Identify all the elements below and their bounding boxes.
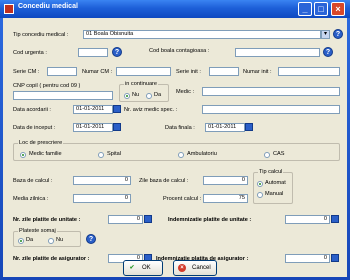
calendar-icon[interactable] [113, 105, 121, 113]
medic-label: Medic : [176, 89, 195, 95]
cod-urgenta-label: Cod urgenta : [13, 50, 47, 56]
close-button[interactable]: × [331, 2, 345, 16]
serie-cm-input[interactable] [47, 67, 77, 76]
manual-label: Manual [265, 191, 284, 197]
numar-cm-label: Numar CM : [82, 69, 113, 75]
ok-label: OK [142, 265, 151, 271]
in-continuare-nu-radio[interactable] [124, 93, 130, 99]
cod-boala-label: Cod boala contagioasa : [149, 48, 210, 54]
zile-baza-label: Zile baza de calcul : [139, 178, 189, 184]
cnp-copil-input[interactable] [13, 91, 113, 100]
loc-prescriere-label: Loc de prescriere [18, 140, 64, 146]
cancel-button[interactable]: × Cancel [173, 260, 217, 276]
data-inceput-input[interactable]: 01-01-2011 [73, 123, 113, 132]
cas-label: CAS [273, 151, 285, 157]
help-icon[interactable]: ? [323, 47, 333, 57]
in-continuare-nu-label: Nu [132, 92, 140, 98]
in-continuare-label: in continuare [124, 81, 159, 87]
in-continuare-group: in continuare Nu Da [119, 81, 169, 102]
tip-concediu-label: Tip concediu medical : [13, 32, 69, 38]
numar-cm-input[interactable] [116, 67, 171, 76]
procent-calcul-label: Procent calcul : [163, 196, 202, 202]
numar-init-label: Numar init : [243, 69, 272, 75]
plateste-somaj-label: Plateste somaj [18, 228, 57, 234]
tip-concediu-select[interactable]: 01 Boala Obisnuita [83, 30, 321, 39]
automat-label: Automat [265, 180, 286, 186]
medic-input[interactable] [202, 87, 340, 96]
nr-aviz-input[interactable] [202, 105, 340, 114]
medic-familie-radio[interactable] [20, 152, 26, 158]
somaj-nu-radio[interactable] [48, 238, 54, 244]
loc-prescriere-group: Loc de prescriere Medic familie Spital A… [13, 140, 340, 161]
calculator-icon[interactable] [331, 254, 339, 262]
nr-zile-asigurator-label: Nr. zile platite de asigurator : [13, 256, 90, 262]
cancel-icon: × [178, 264, 186, 272]
cancel-label: Cancel [192, 265, 211, 271]
checkmark-icon: ✔ [129, 265, 135, 271]
nr-zile-unitate-label: Nr. zile platite de unitate : [13, 217, 81, 223]
calendar-icon[interactable] [113, 123, 121, 131]
data-inceput-label: Data de inceput : [13, 125, 56, 131]
ambulatoriu-label: Ambulatoriu [187, 151, 217, 157]
ok-button[interactable]: ✔ OK [123, 260, 163, 276]
data-acordarii-input[interactable]: 01-01-2011 [73, 105, 113, 114]
minimize-button[interactable]: _ [298, 2, 312, 16]
tip-calcul-group: Tip calcul Automat Manual [253, 169, 293, 204]
cod-urgenta-input[interactable] [78, 48, 108, 57]
serie-init-label: Serie init : [176, 69, 201, 75]
nr-aviz-label: Nr. aviz medic spec. : [124, 107, 178, 113]
help-icon[interactable]: ? [86, 234, 96, 244]
in-continuare-da-radio[interactable] [146, 93, 152, 99]
title-bar[interactable]: Concediu medical _ □ × [0, 0, 350, 18]
procent-calcul-input[interactable]: 75 [203, 194, 248, 203]
indemnizatie-unitate-label: Indemnizatie platite de unitate : [168, 217, 252, 223]
tip-calcul-label: Tip calcul [258, 169, 284, 175]
maximize-button[interactable]: □ [314, 2, 328, 16]
numar-init-input[interactable] [278, 67, 340, 76]
indemnizatie-asigurator-input[interactable]: 0 [285, 254, 330, 263]
zile-baza-input[interactable]: 0 [203, 176, 248, 185]
help-icon[interactable]: ? [112, 47, 122, 57]
medic-familie-label: Medic familie [29, 151, 62, 157]
serie-init-input[interactable] [209, 67, 239, 76]
somaj-da-label: Da [26, 237, 34, 243]
calculator-icon[interactable] [144, 215, 152, 223]
spital-label: Spital [107, 151, 121, 157]
calendar-icon[interactable] [245, 123, 253, 131]
cas-radio[interactable] [264, 152, 270, 158]
cod-boala-input[interactable] [235, 48, 320, 57]
dialog-window: Concediu medical _ □ × Tip concediu medi… [0, 0, 350, 280]
app-icon [4, 4, 14, 14]
window-title: Concediu medical [18, 3, 78, 10]
baza-calcul-label: Baza de calcul : [13, 178, 53, 184]
baza-calcul-input[interactable]: 0 [73, 176, 131, 185]
serie-cm-label: Serie CM : [13, 69, 40, 75]
ambulatoriu-radio[interactable] [178, 152, 184, 158]
plateste-somaj-group: Plateste somaj Da Nu [13, 228, 81, 247]
data-finala-label: Data finala : [165, 125, 195, 131]
spital-radio[interactable] [98, 152, 104, 158]
manual-radio[interactable] [257, 192, 263, 198]
somaj-nu-label: Nu [56, 237, 64, 243]
nr-zile-unitate-input[interactable]: 0 [108, 215, 143, 224]
automat-radio[interactable] [257, 181, 263, 187]
data-finala-input[interactable]: 01-01-2011 [205, 123, 245, 132]
data-acordarii-label: Data acordarii : [13, 107, 51, 113]
media-zilnica-label: Media zilnica : [13, 196, 49, 202]
cnp-copil-label: CNP copil ( pentru cod 09 ) [13, 83, 81, 89]
in-continuare-da-label: Da [154, 92, 162, 98]
help-icon[interactable]: ? [333, 29, 343, 39]
chevron-down-icon[interactable]: ▾ [321, 30, 330, 39]
somaj-da-radio[interactable] [18, 238, 24, 244]
indemnizatie-unitate-input[interactable]: 0 [285, 215, 330, 224]
media-zilnica-input[interactable]: 0 [73, 194, 131, 203]
dialog-body: Tip concediu medical : 01 Boala Obisnuit… [3, 18, 347, 277]
calculator-icon[interactable] [331, 215, 339, 223]
